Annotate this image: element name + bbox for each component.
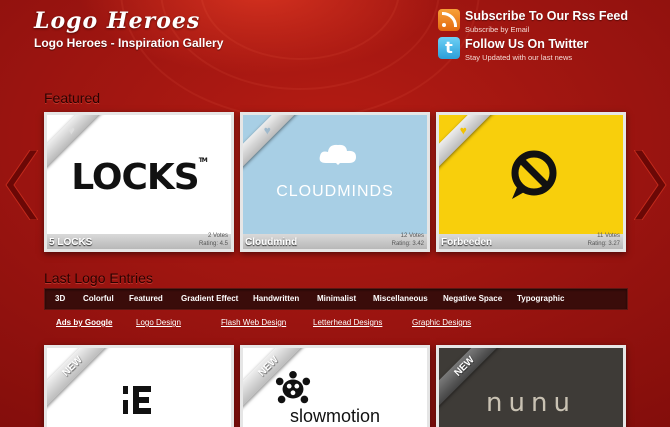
- featured-card[interactable]: CLOUDMINDS ♥ Cloudmind 12 Votes Rating: …: [240, 112, 430, 252]
- forbidden-speech-icon: [511, 150, 557, 199]
- twitter-title: Follow Us On Twitter: [465, 37, 589, 51]
- category-typographic[interactable]: Typographic: [517, 294, 564, 303]
- vote-count: 12 Votes: [400, 233, 424, 239]
- ad-link-graphic-designs[interactable]: Graphic Designs: [412, 318, 471, 327]
- cloudminds-logo-text: CLOUDMINDS: [276, 183, 394, 200]
- featured-heading: Featured: [44, 90, 101, 106]
- vote-count: 2 Votes: [207, 233, 228, 239]
- e-logo: [123, 386, 151, 414]
- heart-icon: ♥: [263, 123, 271, 138]
- locks-logo: LOCKSTM: [71, 157, 208, 198]
- twitter-icon: t: [438, 37, 460, 59]
- ad-link-flash-web-design[interactable]: Flash Web Design: [221, 318, 286, 327]
- ad-link-logo-design[interactable]: Logo Design: [136, 318, 181, 327]
- heart-icon: ♥: [67, 123, 75, 138]
- category-3d[interactable]: 3D: [55, 294, 65, 303]
- heart-icon: ♥: [459, 123, 467, 138]
- rss-icon: [438, 9, 460, 31]
- entry-card[interactable]: slowmotion NEW: [240, 345, 430, 427]
- logo-name: Cloudmind: [245, 237, 298, 248]
- featured-card[interactable]: ♥ Forbeeden 11 Votes Rating: 3.27: [436, 112, 626, 252]
- carousel-next-arrow[interactable]: [634, 150, 668, 220]
- slowmotion-logo-text: slowmotion: [289, 406, 381, 426]
- nunu-logo-text: nunu: [486, 388, 576, 418]
- vote-count: 11 Votes: [597, 233, 620, 239]
- rss-subtitle: Subscribe by Email: [465, 25, 530, 34]
- site-logo[interactable]: Logo Heroes Logo Heroes - Inspiration Ga…: [34, 8, 223, 50]
- rss-title: Subscribe To Our Rss Feed: [465, 9, 629, 23]
- category-gradient-effect[interactable]: Gradient Effect: [181, 294, 238, 303]
- rating-value: Rating: 4.5: [198, 241, 228, 247]
- card-footer: Cloudmind 12 Votes Rating: 3.42: [243, 233, 427, 249]
- featured-card[interactable]: LOCKSTM ♥ 5 LOCKS 2 Votes Rating: 4.5: [44, 112, 234, 252]
- ad-link-letterhead-designs[interactable]: Letterhead Designs: [313, 318, 382, 327]
- card-footer: 5 LOCKS 2 Votes Rating: 4.5: [47, 233, 231, 249]
- entry-card[interactable]: nunu NEW: [436, 345, 626, 427]
- category-bar: 3D Colorful Featured Gradient Effect Han…: [44, 288, 628, 310]
- carousel-prev-arrow[interactable]: [4, 150, 38, 220]
- category-miscellaneous[interactable]: Miscellaneous: [373, 294, 428, 303]
- category-featured[interactable]: Featured: [129, 294, 163, 303]
- site-tagline: Logo Heroes - Inspiration Gallery: [34, 36, 224, 50]
- cloud-icon: [319, 144, 356, 165]
- category-negative-space[interactable]: Negative Space: [443, 294, 502, 303]
- logo-name: 5 LOCKS: [49, 237, 93, 248]
- ads-by-google-link[interactable]: Ads by Google: [56, 318, 112, 327]
- card-footer: Forbeeden 11 Votes Rating: 3.27: [439, 233, 623, 249]
- new-ribbon: NEW: [47, 348, 115, 409]
- rating-value: Rating: 3.27: [587, 241, 620, 247]
- rating-value: Rating: 3.42: [391, 241, 424, 247]
- category-colorful[interactable]: Colorful: [83, 294, 114, 303]
- turtle-icon: [275, 370, 311, 404]
- logo-name: Forbeeden: [441, 237, 493, 248]
- entry-card[interactable]: NEW: [44, 345, 234, 427]
- category-handwritten[interactable]: Handwritten: [253, 294, 299, 303]
- category-minimalist[interactable]: Minimalist: [317, 294, 356, 303]
- twitter-subtitle: Stay Updated with our last news: [465, 53, 573, 62]
- last-entries-heading: Last Logo Entries: [44, 270, 153, 286]
- logo-mark: Logo Heroes: [34, 8, 201, 34]
